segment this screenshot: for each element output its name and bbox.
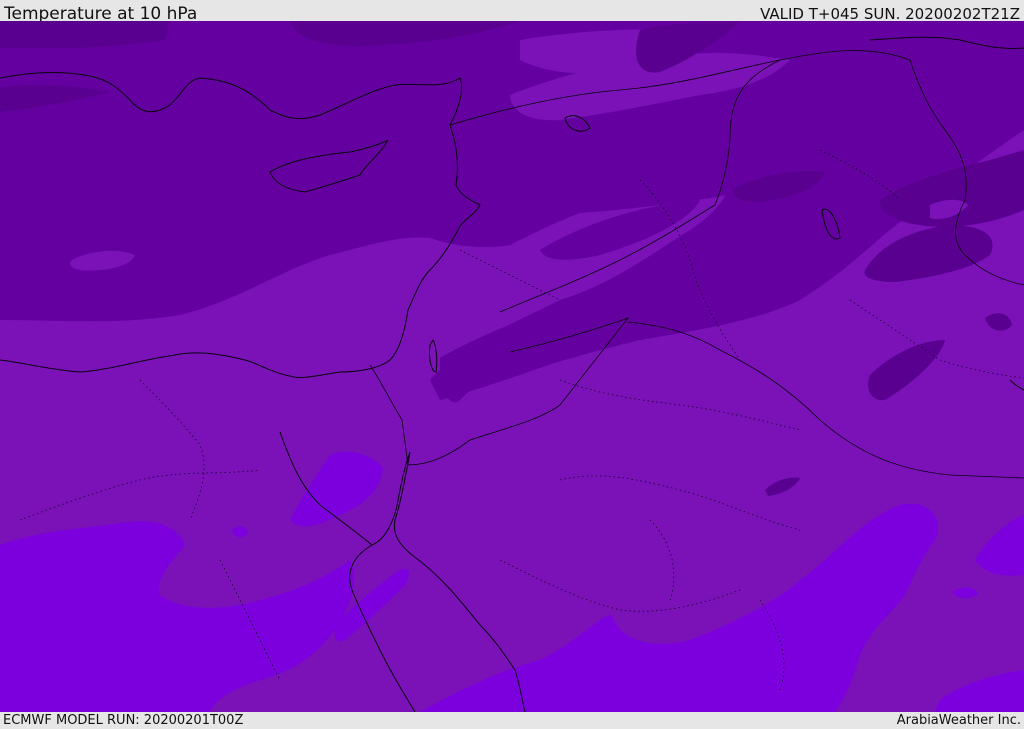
temperature-map[interactable] [0,21,1024,712]
model-run-label: ECMWF MODEL RUN: 20200201T00Z [3,713,244,728]
header-bar: Temperature at 10 hPa VALID T+045 SUN. 2… [0,0,1024,24]
map-canvas [0,21,1024,712]
credit-label: ArabiaWeather Inc. [896,713,1021,728]
footer-bar: ECMWF MODEL RUN: 20200201T00Z ArabiaWeat… [0,712,1024,729]
